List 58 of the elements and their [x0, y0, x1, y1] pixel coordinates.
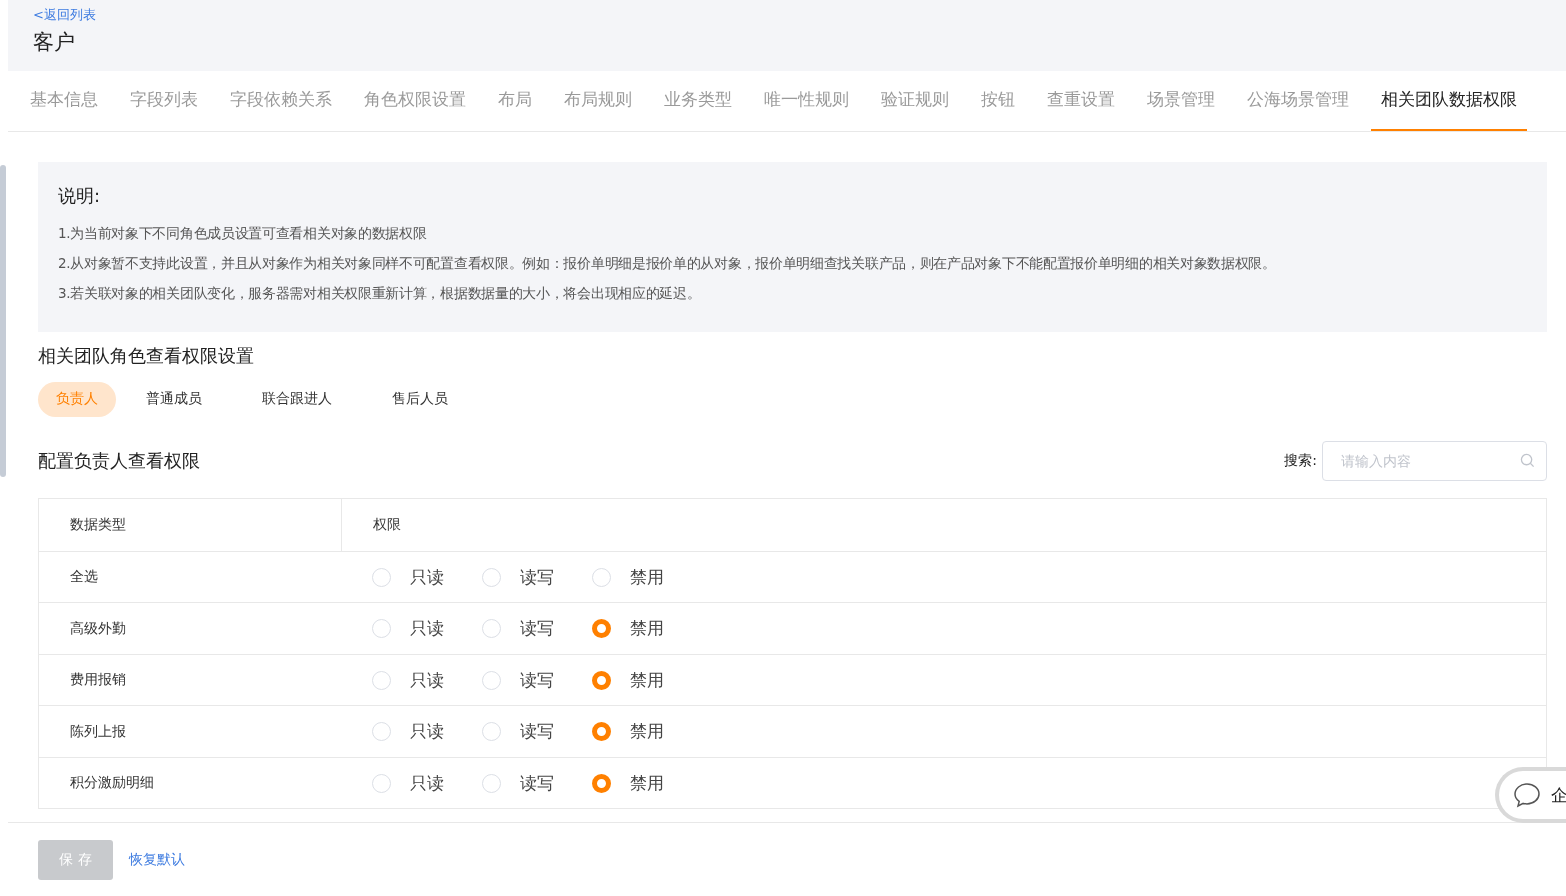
tab[interactable]: 布局规则	[554, 70, 642, 131]
restore-default-link[interactable]: 恢复默认	[129, 850, 185, 869]
notice-line: 2.从对象暂不支持此设置，并且从对象作为相关对象同样不可配置查看权限。例如：报价单明细是报价单的从对象，报价单明细查找关联产品，则在产品对象下不能配置报价单明细的相关对象数据权限。	[58, 253, 1277, 273]
radio-label: 禁用	[630, 668, 664, 692]
radio-label: 禁用	[630, 771, 664, 795]
notice-line: 1.为当前对象下不同角色成员设置可查看相关对象的数据权限	[58, 223, 428, 243]
role-tab[interactable]: 售后人员	[374, 381, 466, 417]
data-type-cell: 全选	[70, 568, 98, 587]
back-link[interactable]: <返回列表	[33, 6, 96, 24]
column-header: 权限	[373, 515, 401, 534]
role-tab[interactable]: 负责人	[38, 381, 116, 417]
radio-label: 禁用	[630, 617, 664, 641]
tab[interactable]: 基本信息	[20, 70, 108, 131]
scrollbar-thumb[interactable]	[0, 165, 6, 477]
data-type-cell: 积分激励明细	[70, 774, 154, 793]
search-field[interactable]: 请输入内容	[1322, 440, 1547, 481]
tab[interactable]: 字段依赖关系	[220, 70, 342, 131]
tab[interactable]: 唯一性规则	[754, 70, 859, 131]
tab[interactable]: 角色权限设置	[354, 70, 476, 131]
data-type-cell: 费用报销	[70, 671, 126, 690]
radio-label: 只读	[410, 720, 444, 744]
role-tab[interactable]: 普通成员	[128, 381, 220, 417]
notice-title: 说明:	[58, 183, 102, 208]
tab[interactable]: 公海场景管理	[1237, 70, 1359, 131]
radio-label: 读写	[520, 565, 554, 589]
data-type-cell: 陈列上报	[70, 722, 126, 741]
page-title: 客户	[33, 29, 75, 56]
radio-button[interactable]	[592, 722, 611, 742]
radio-label: 只读	[410, 565, 444, 589]
data-type-cell: 高级外勤	[70, 619, 126, 638]
radio-label: 读写	[520, 617, 554, 641]
tab[interactable]: 场景管理	[1137, 70, 1225, 131]
radio-label: 读写	[520, 720, 554, 744]
role-tab[interactable]: 联合跟进人	[244, 381, 350, 417]
radio-button[interactable]	[592, 670, 611, 690]
radio-label: 禁用	[630, 565, 664, 589]
search-label: 搜索:	[1284, 451, 1317, 470]
radio-label: 只读	[410, 617, 444, 641]
radio-label: 读写	[520, 771, 554, 795]
tab[interactable]: 布局	[488, 70, 542, 131]
radio-label: 只读	[410, 771, 444, 795]
tab[interactable]: 业务类型	[654, 70, 742, 131]
tab[interactable]: 查重设置	[1037, 70, 1125, 131]
column-header: 数据类型	[70, 515, 126, 534]
radio-label: 只读	[410, 668, 444, 692]
search-icon	[1520, 452, 1535, 468]
radio-label: 禁用	[630, 720, 664, 744]
radio-button[interactable]	[592, 773, 611, 793]
config-title: 配置负责人查看权限	[38, 448, 200, 473]
tab[interactable]: 验证规则	[871, 70, 959, 131]
radio-label: 读写	[520, 668, 554, 692]
tab[interactable]: 字段列表	[120, 70, 208, 131]
notice-line: 3.若关联对象的相关团队变化，服务器需对相关权限重新计算，根据数据量的大小，将会出现相应的延迟。	[58, 283, 702, 303]
section-title: 相关团队角色查看权限设置	[38, 343, 255, 368]
tab[interactable]: 相关团队数据权限	[1371, 70, 1527, 131]
tab[interactable]: 按钮	[971, 70, 1025, 131]
radio-button[interactable]	[592, 619, 611, 639]
chat-bubble-icon	[1513, 782, 1541, 808]
